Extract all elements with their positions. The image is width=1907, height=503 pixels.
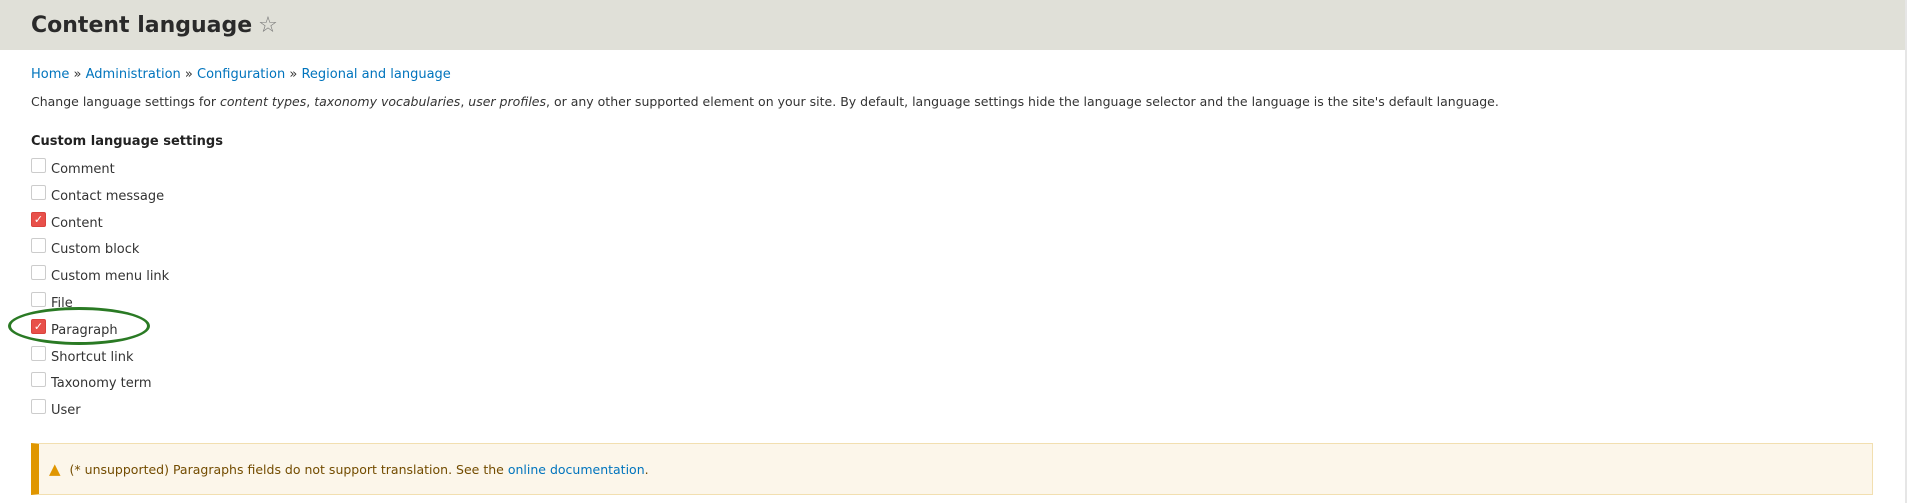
checkbox-item-comment[interactable]: Comment (31, 158, 169, 185)
desc-em: content types (219, 94, 307, 109)
custom-settings-legend: Custom language settings (31, 134, 223, 149)
page-title-text: Content language (31, 13, 253, 38)
desc-text: , or any other supported element on your… (546, 94, 1499, 109)
checkbox-item-content[interactable]: ✓ Content (31, 211, 169, 239)
page-description: Change language settings for content typ… (31, 94, 1499, 109)
breadcrumb-separator: » (289, 67, 298, 82)
checkbox-item-custom-block[interactable]: Custom block (31, 238, 169, 265)
checkbox-item-contact-message[interactable]: Contact message (31, 184, 169, 212)
checkbox[interactable] (31, 291, 46, 307)
page-header: Content language ☆ (0, 0, 1907, 50)
warning-message: ▲ (* unsupported) Paragraphs fields do n… (31, 443, 1873, 495)
custom-settings-checkboxes: Comment Contact message ✓ Content Custom blo… (31, 158, 169, 426)
checkbox-item-shortcut-link[interactable]: Shortcut link (31, 345, 169, 373)
checkbox[interactable] (31, 345, 46, 361)
checkbox-item-user[interactable]: User (31, 399, 169, 426)
desc-em: taxonomy vocabularies (314, 94, 461, 109)
checkbox-label[interactable]: Shortcut link (51, 350, 134, 365)
checkbox-label[interactable]: Comment (51, 162, 115, 177)
checkbox-label[interactable]: Custom menu link (51, 269, 169, 284)
breadcrumb-configuration[interactable]: Configuration (197, 67, 285, 82)
checkbox-label[interactable]: Taxonomy term (51, 376, 152, 391)
checkbox-label[interactable]: User (51, 403, 81, 418)
star-outline-icon[interactable]: ☆ (258, 13, 278, 38)
desc-text: Change language settings for (31, 94, 220, 109)
breadcrumb-separator: » (184, 67, 193, 82)
warning-text: (* unsupported) Paragraphs fields do not… (69, 461, 504, 477)
checkbox-label[interactable]: Custom block (51, 242, 139, 257)
breadcrumb-administration[interactable]: Administration (86, 67, 181, 82)
checkbox[interactable] (31, 265, 46, 281)
annotation-ellipse (8, 307, 150, 345)
desc-em: user profiles (468, 94, 546, 109)
checkbox[interactable] (31, 372, 46, 388)
checkbox[interactable] (31, 399, 46, 415)
checkbox-item-taxonomy-term[interactable]: Taxonomy term (31, 372, 169, 399)
breadcrumb-regional-language[interactable]: Regional and language (301, 67, 450, 82)
checkbox-item-custom-menu-link[interactable]: Custom menu link (31, 265, 169, 292)
breadcrumb-home[interactable]: Home (31, 67, 69, 82)
checkbox[interactable] (31, 184, 46, 200)
warning-icon: ▲ (49, 460, 61, 478)
checkbox[interactable] (31, 238, 46, 254)
checkbox-label[interactable]: Contact message (51, 189, 164, 204)
checkbox-label[interactable]: Content (51, 216, 103, 231)
page-title: Content language ☆ (31, 13, 278, 38)
warning-end: . (644, 461, 649, 477)
breadcrumb-separator: » (73, 67, 82, 82)
online-documentation-link[interactable]: online documentation (508, 462, 645, 477)
checkbox[interactable] (31, 158, 46, 173)
breadcrumb: Home » Administration » Configuration » … (31, 67, 451, 82)
checkbox-checked[interactable]: ✓ (31, 211, 46, 227)
